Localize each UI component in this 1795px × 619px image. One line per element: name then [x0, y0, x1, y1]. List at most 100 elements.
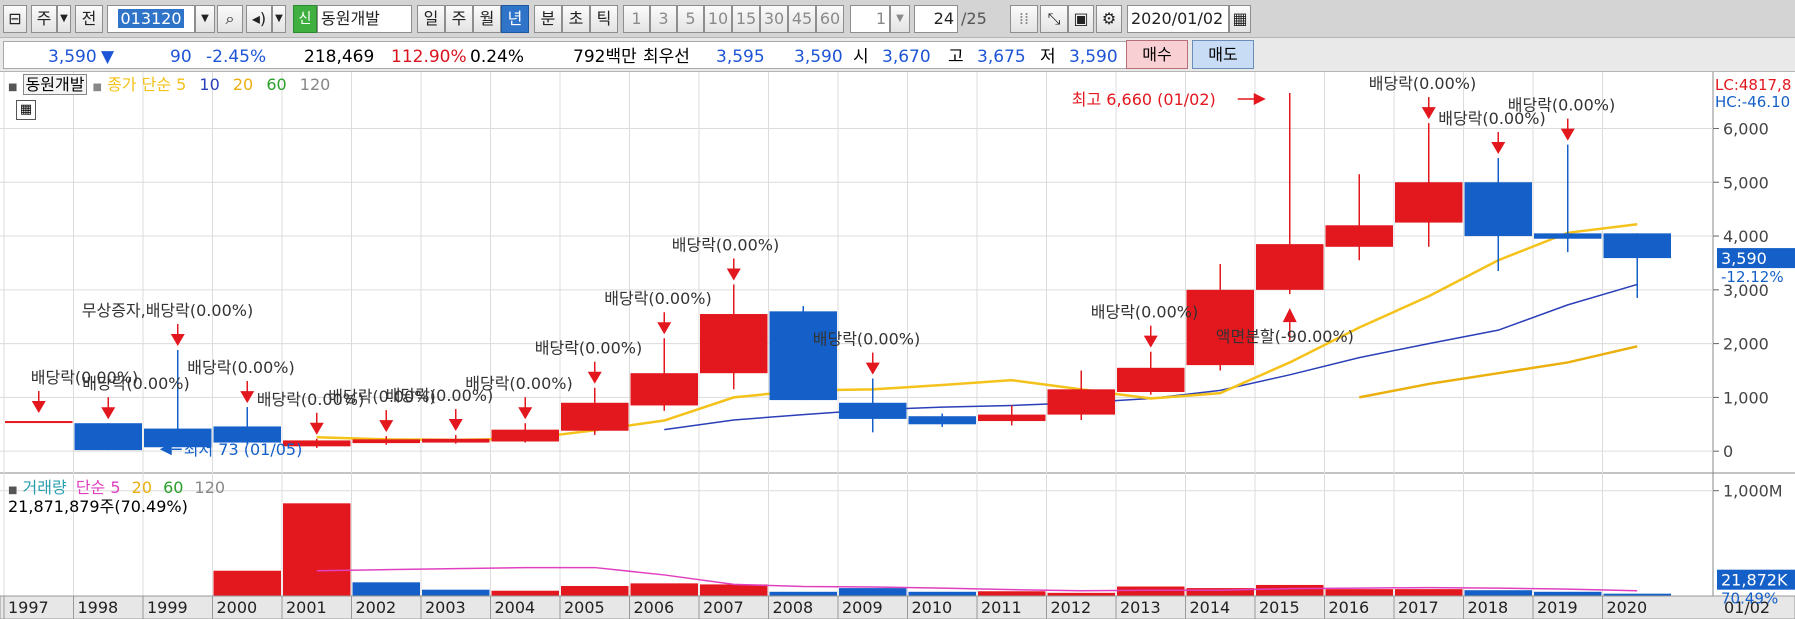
- turnover: 0.24%: [470, 47, 525, 67]
- volume-bar: [561, 585, 629, 596]
- x-tick-label: 2014: [1190, 598, 1231, 617]
- interval-3[interactable]: 3: [650, 5, 677, 33]
- stock-name-field[interactable]: 동원개발: [317, 5, 412, 33]
- candle-body: [1603, 233, 1671, 259]
- chevron-down-icon[interactable]: ▼: [57, 5, 71, 33]
- interval-chevron-icon[interactable]: ▼: [890, 5, 910, 33]
- volume-bar: [422, 589, 490, 596]
- legend-ma120: 120: [299, 75, 331, 94]
- interval-45[interactable]: 45: [788, 5, 816, 33]
- stock-chart[interactable]: 1997 1998 1999 2000 2001 2002 2003 2004 2005 2006…: [0, 72, 1795, 619]
- interval-30[interactable]: 30: [760, 5, 788, 33]
- event-label: 배당락(0.00%): [187, 358, 294, 377]
- chart-toolbar: ⊟ 주 ▼ 전 013120 ▼ ⌕ ◂) ▼ 신 동원개발 일 주 월 년 분…: [0, 0, 1795, 38]
- date-input[interactable]: 2020/01/02: [1127, 5, 1229, 33]
- volume-bar: [352, 582, 420, 596]
- volume-bar: [1325, 589, 1393, 596]
- y-tick-label: 6,000: [1723, 119, 1769, 138]
- period-week[interactable]: 주: [445, 5, 473, 33]
- buy-button[interactable]: 매수: [1126, 40, 1188, 69]
- volume-bar: [1464, 590, 1532, 596]
- legend-ma5: 5: [176, 75, 187, 94]
- x-tick-label: 2010: [912, 598, 953, 617]
- candle-body: [1534, 233, 1602, 239]
- legend-ma60: 60: [266, 75, 287, 94]
- code-dropdown-chevron-icon[interactable]: ▼: [195, 5, 215, 33]
- all-button[interactable]: 전: [75, 5, 103, 33]
- period-month[interactable]: 월: [473, 5, 501, 33]
- x-tick-label: 2001: [286, 598, 327, 617]
- sell-button[interactable]: 매도: [1192, 40, 1254, 69]
- interval-input[interactable]: 1: [850, 5, 890, 33]
- layout-icon[interactable]: ⊟: [3, 5, 27, 33]
- table-grid-icon[interactable]: ▦: [16, 100, 36, 120]
- high-label: 고: [948, 47, 964, 67]
- speaker-icon[interactable]: ◂): [246, 5, 272, 33]
- gear-icon[interactable]: ⚙: [1096, 5, 1122, 33]
- volume-bar: [1117, 586, 1185, 596]
- candle-body: [1256, 244, 1324, 290]
- calendar-icon[interactable]: ▦: [1229, 5, 1251, 33]
- y-tick-label: 0: [1723, 442, 1733, 461]
- legend-vol-ma20: 20: [131, 478, 152, 497]
- legend-vol-ma120: 120: [194, 478, 226, 497]
- best-ask: 3,595: [716, 47, 765, 67]
- type-select[interactable]: 주: [31, 5, 57, 33]
- legend-vol-ma60: 60: [163, 478, 184, 497]
- save-icon[interactable]: ▣: [1068, 5, 1094, 33]
- x-tick-label: 1999: [147, 598, 188, 617]
- event-label: 배당락(0.00%): [813, 330, 920, 349]
- volume-ratio: 112.90%: [391, 47, 467, 67]
- search-icon[interactable]: ⌕: [217, 5, 243, 33]
- period-minute[interactable]: 분: [534, 5, 562, 33]
- stock-code-value: 013120: [118, 9, 184, 28]
- volume-bar: [1534, 591, 1602, 596]
- stock-code-input[interactable]: 013120: [107, 5, 195, 33]
- volume-bar: [283, 503, 351, 596]
- page-input[interactable]: 24: [914, 5, 958, 33]
- quote-bar: 3,590 ▼ 90 -2.45% 218,469 112.90% 0.24% …: [0, 38, 1795, 72]
- x-tick-label: 2005: [564, 598, 605, 617]
- x-tick-label: 1998: [78, 598, 119, 617]
- candle-body: [1395, 182, 1463, 223]
- volume-bar: [1395, 589, 1463, 596]
- interval-1[interactable]: 1: [623, 5, 650, 33]
- volume-bar: [213, 570, 281, 596]
- y-tick-label: 5,000: [1723, 173, 1769, 192]
- candle-body: [839, 402, 907, 419]
- candle-body: [491, 429, 559, 442]
- period-tick[interactable]: 틱: [590, 5, 618, 33]
- speaker-chevron-icon[interactable]: ▼: [272, 5, 286, 33]
- legend-square-icon: ■: [8, 82, 18, 93]
- y-tick-label: 4,000: [1723, 227, 1769, 246]
- zoom-tool-icon[interactable]: ⤡: [1040, 5, 1068, 33]
- candle-tool-icon[interactable]: ⁞⁞: [1010, 5, 1038, 33]
- candle-body: [908, 416, 976, 425]
- last-change-label: -12.12%: [1721, 268, 1784, 286]
- legend-ma20: 20: [232, 75, 254, 94]
- legend-volume-label: 거래량: [22, 478, 67, 497]
- interval-5[interactable]: 5: [677, 5, 704, 33]
- period-second[interactable]: 초: [562, 5, 590, 33]
- x-tick-label: 2003: [425, 598, 466, 617]
- period-day[interactable]: 일: [417, 5, 445, 33]
- legend-vol-ma-label: 단순: [75, 478, 106, 497]
- open-label: 시: [853, 47, 869, 67]
- interval-60[interactable]: 60: [816, 5, 844, 33]
- volume: 218,469: [304, 47, 375, 67]
- page-total: /25: [961, 9, 987, 28]
- event-label: 배당락(0.00%): [672, 235, 779, 254]
- high-annotation: 최고 6,660 (01/02): [1072, 90, 1216, 109]
- candle-body: [978, 414, 1046, 422]
- interval-10[interactable]: 10: [704, 5, 732, 33]
- period-year[interactable]: 년: [501, 5, 529, 33]
- x-tick-label: 2020: [1607, 598, 1648, 617]
- x-tick-label: 2019: [1537, 598, 1578, 617]
- legend-ma-label: 종가 단순: [107, 75, 172, 94]
- candle-body: [74, 423, 142, 451]
- high-price: 3,675: [977, 47, 1026, 67]
- interval-15[interactable]: 15: [732, 5, 760, 33]
- candle-body: [1117, 367, 1185, 393]
- event-label: 배당락(0.00%): [1369, 74, 1476, 93]
- legend-stock-name[interactable]: 동원개발: [22, 74, 88, 95]
